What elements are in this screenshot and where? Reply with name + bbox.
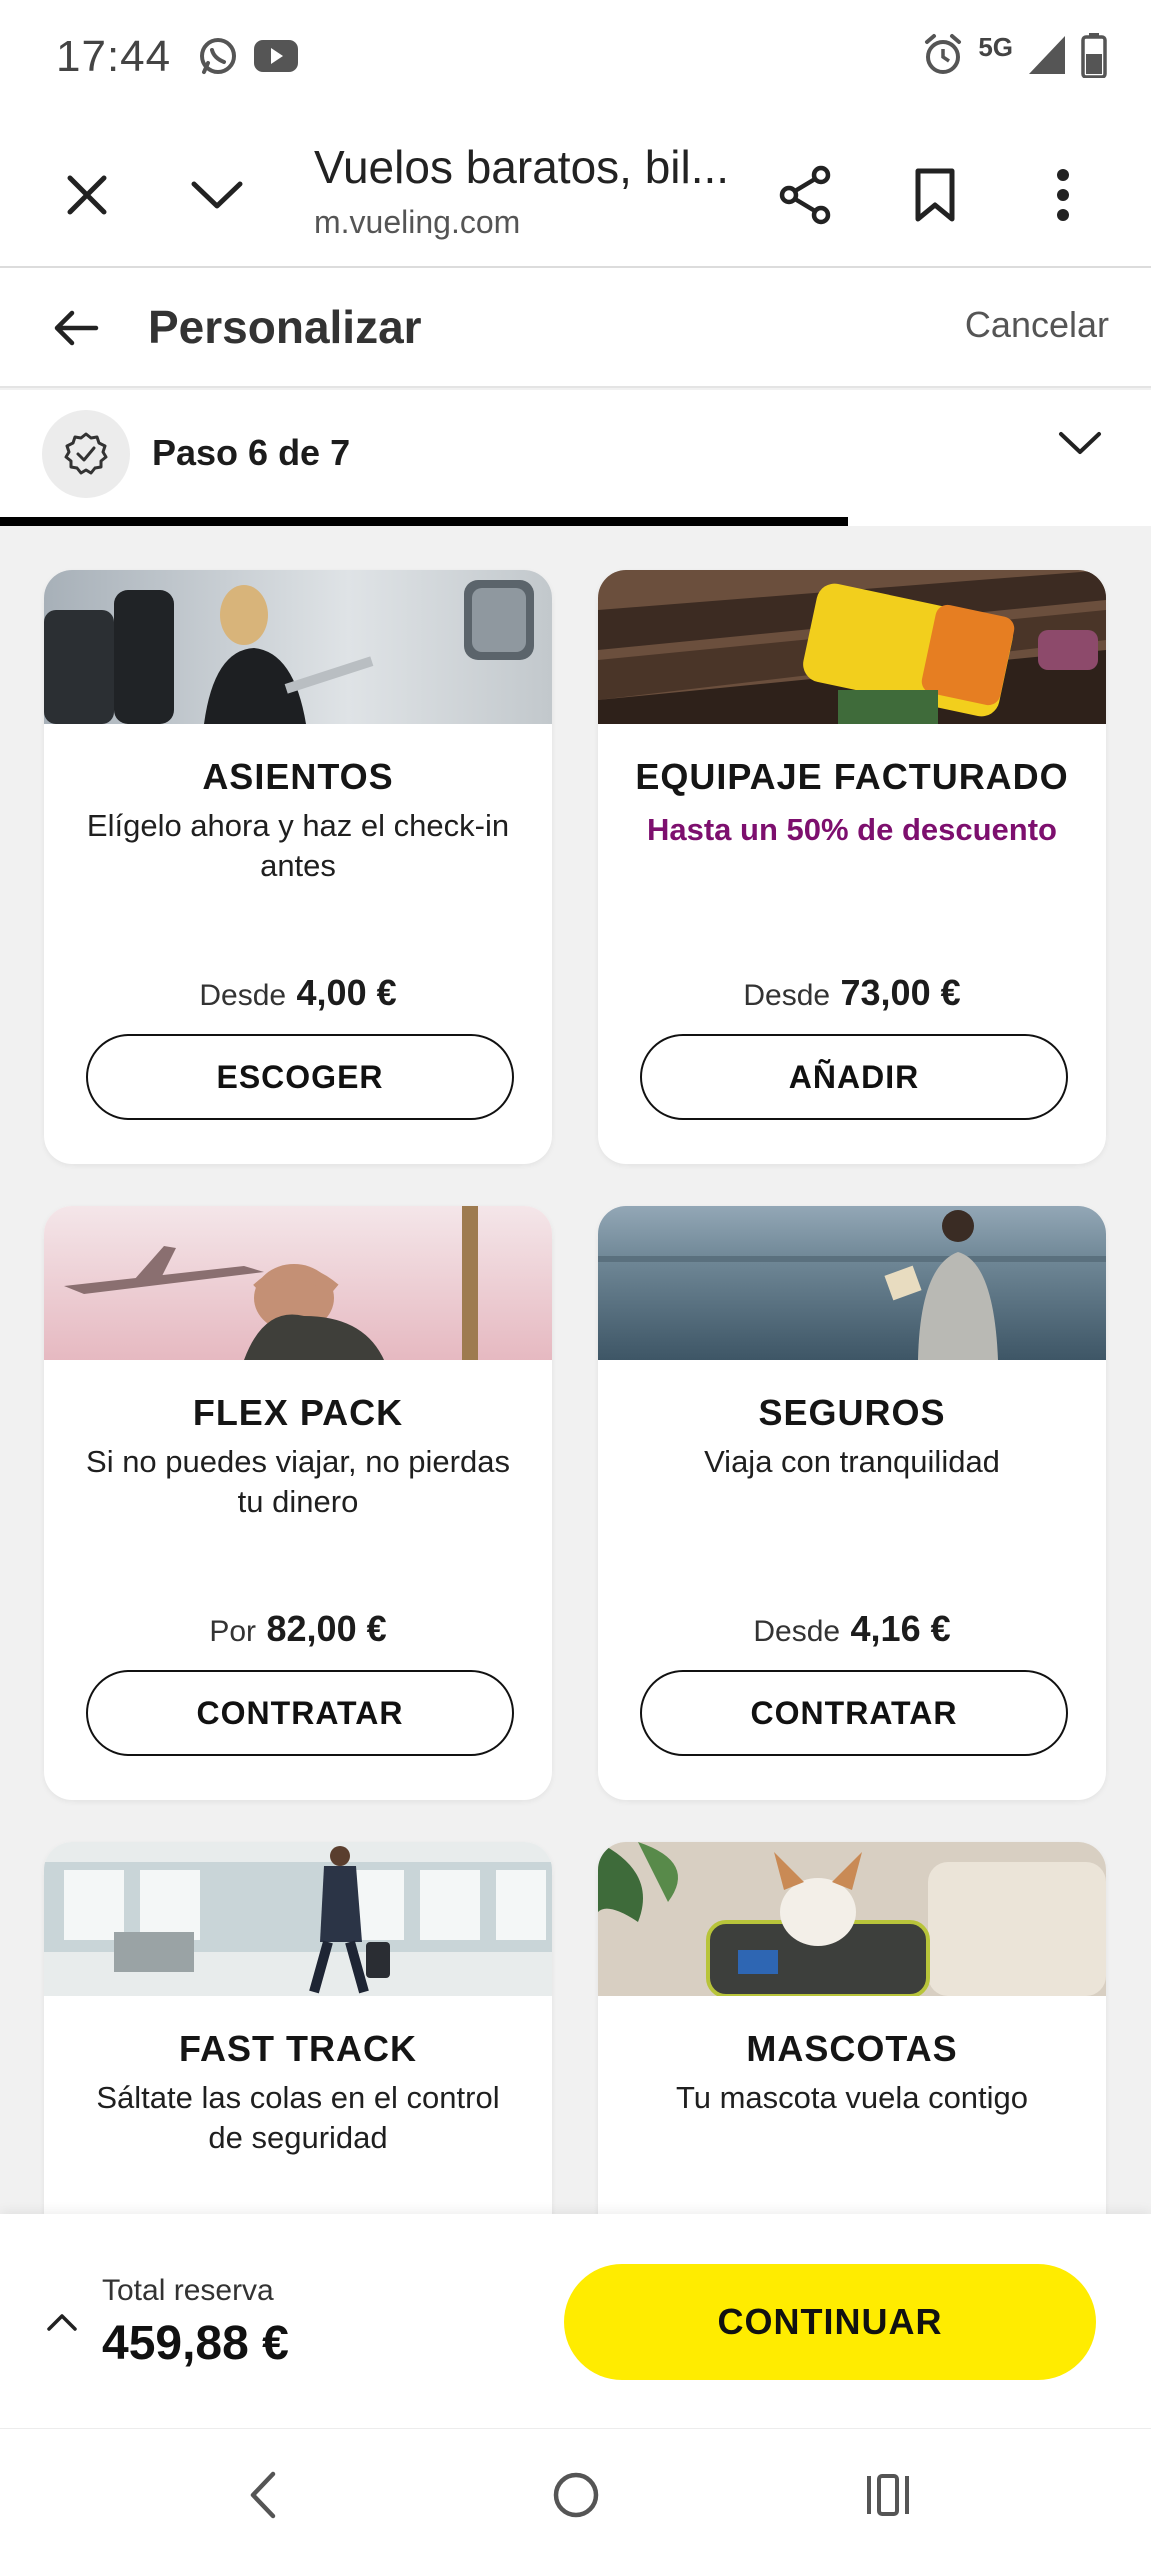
expand-total-button[interactable] [40, 2300, 84, 2344]
status-bar: 17:44 5G [0, 0, 1151, 120]
more-vert-icon [1057, 169, 1069, 221]
youtube-icon [252, 34, 300, 83]
booking-footer: Total reserva 459,88 € CONTINUAR [0, 2214, 1151, 2428]
home-icon [553, 2472, 599, 2518]
page-heading: Personalizar [148, 301, 422, 353]
card-flex-pack: FLEX PACK Si no puedes viajar, no pierda… [44, 1206, 552, 1800]
flex-pack-image [44, 1206, 552, 1360]
step-label: Paso 6 de 7 [152, 432, 351, 473]
network-label: 5G [978, 32, 1013, 62]
card-equipaje-facturado: EQUIPAJE FACTURADO Hasta un 50% de descu… [598, 570, 1106, 1164]
card-mascotas: MASCOTAS Tu mascota vuela contigo [598, 1842, 1106, 2262]
card-subtitle: Tu mascota vuela contigo [675, 2080, 1029, 2115]
more-options-button[interactable] [1018, 150, 1108, 240]
card-title: FAST TRACK [179, 2028, 417, 2069]
fast-track-image [44, 1842, 552, 1996]
total-value: 459,88 € [102, 2317, 289, 2370]
nav-home-button[interactable] [526, 2449, 626, 2541]
back-button[interactable] [40, 292, 112, 364]
verified-badge-icon [64, 432, 108, 475]
card-subtitle: Si no puedes viajar, no pierdas tu diner… [86, 1444, 510, 1519]
price-prefix: Desde [743, 979, 831, 1012]
nav-back-button[interactable] [212, 2449, 312, 2541]
arrow-left-icon [54, 310, 99, 346]
alarm-icon [922, 33, 964, 82]
cancel-link[interactable]: Cancelar [965, 304, 1109, 346]
card-fast-track: FAST TRACK Sáltate las colas en el contr… [44, 1842, 552, 2262]
recents-icon [867, 2474, 909, 2516]
back-icon [250, 2471, 276, 2519]
pets-image [598, 1842, 1106, 1996]
card-price: Por 82,00 € [44, 1608, 552, 1650]
browser-toolbar: Vuelos baratos, bil... m.vueling.com [0, 120, 1151, 268]
share-icon [779, 165, 831, 225]
card-title: ASIENTOS [202, 756, 394, 797]
hire-flex-pack-button[interactable]: CONTRATAR [86, 1670, 514, 1756]
system-nav-bar [0, 2428, 1151, 2560]
card-price: Desde 4,16 € [598, 1608, 1106, 1650]
close-icon [67, 175, 107, 215]
price-value: 4,00 € [296, 972, 397, 1013]
hire-insurance-button[interactable]: CONTRATAR [640, 1670, 1068, 1756]
continue-button[interactable]: CONTINUAR [564, 2264, 1096, 2380]
card-subtitle: Elígelo ahora y haz el check-in antes [86, 808, 510, 883]
card-asientos: ASIENTOS Elígelo ahora y haz el check-in… [44, 570, 552, 1164]
close-tab-button[interactable] [42, 150, 132, 240]
page-title-text: Vuelos baratos, bil... [314, 141, 730, 193]
share-button[interactable] [760, 150, 850, 240]
chevron-up-icon [47, 2314, 77, 2331]
price-prefix: Por [209, 1615, 257, 1648]
luggage-image [598, 570, 1106, 724]
card-price: Desde 4,00 € [44, 972, 552, 1014]
card-promo: Hasta un 50% de descuento [646, 812, 1057, 847]
battery-icon [1081, 32, 1107, 83]
expand-steps-button[interactable] [1057, 428, 1103, 463]
step-badge [42, 410, 130, 498]
price-value: 4,16 € [850, 1608, 951, 1649]
price-value: 73,00 € [840, 972, 961, 1013]
price-prefix: Desde [753, 1615, 841, 1648]
chevron-down-icon [191, 181, 243, 209]
step-indicator[interactable]: Paso 6 de 7 [0, 390, 1151, 526]
card-seguros: SEGUROS Viaja con tranquilidad Desde 4,1… [598, 1206, 1106, 1800]
card-title: MASCOTAS [746, 2028, 958, 2069]
page-url: m.vueling.com [314, 204, 521, 240]
page-header: Personalizar Cancelar [0, 268, 1151, 388]
seats-image [44, 570, 552, 724]
chevron-down-icon [1059, 432, 1101, 454]
price-prefix: Desde [199, 979, 287, 1012]
minimize-tab-button[interactable] [172, 150, 262, 240]
card-subtitle: Viaja con tranquilidad [704, 1444, 1000, 1479]
bookmark-icon [915, 168, 955, 222]
card-title: SEGUROS [758, 1392, 946, 1433]
card-subtitle: Sáltate las colas en el control de segur… [96, 2080, 500, 2155]
step-progress-fill [0, 517, 849, 526]
status-time: 17:44 [56, 32, 172, 81]
whatsapp-icon [196, 34, 240, 83]
total-label: Total reserva [102, 2274, 274, 2307]
nav-recents-button[interactable] [838, 2449, 938, 2541]
bookmark-button[interactable] [890, 150, 980, 240]
card-title: FLEX PACK [192, 1392, 404, 1433]
card-title: EQUIPAJE FACTURADO [635, 756, 1069, 797]
signal-icon [1027, 34, 1067, 81]
price-value: 82,00 € [266, 1608, 387, 1649]
card-price: Desde 73,00 € [598, 972, 1106, 1014]
choose-seats-button[interactable]: ESCOGER [86, 1034, 514, 1120]
add-luggage-button[interactable]: AÑADIR [640, 1034, 1068, 1120]
insurance-image [598, 1206, 1106, 1360]
